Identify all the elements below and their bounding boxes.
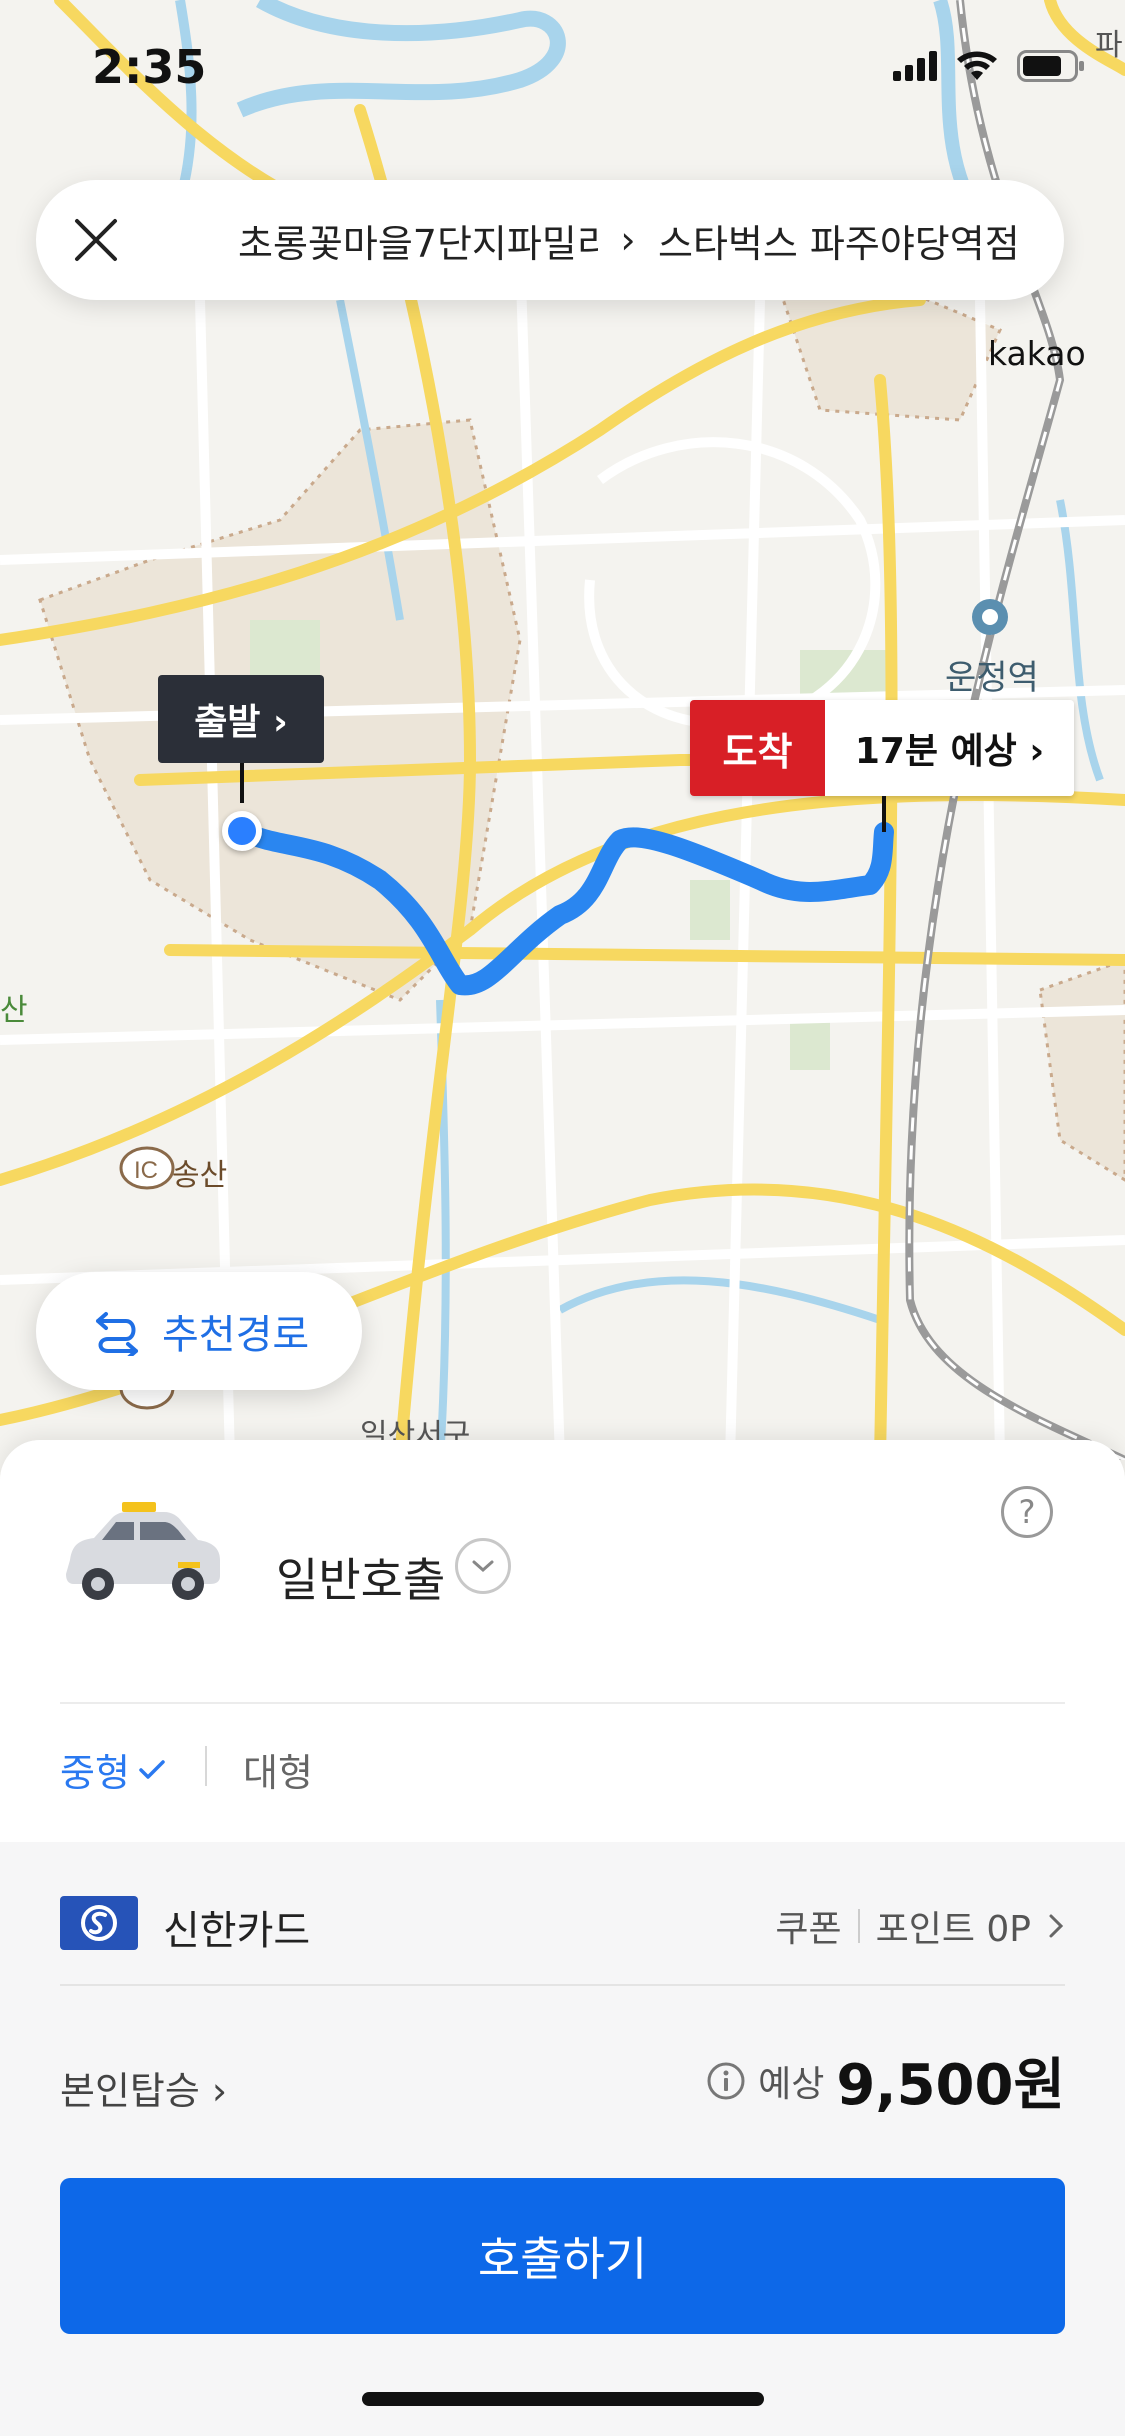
call-type-dropdown[interactable] (455, 1538, 511, 1594)
arrive-eta: 17분 예상 › (825, 700, 1074, 796)
arrive-tag: 도착 (690, 700, 825, 796)
ic-marker: IC (119, 1146, 175, 1190)
coupon-separator (857, 1909, 860, 1943)
start-callout-label: 출발 › (194, 702, 288, 743)
route-swap-icon (96, 1312, 138, 1356)
start-callout-stem (240, 763, 244, 803)
taxi-icon (66, 1502, 220, 1600)
battery-icon (1017, 50, 1084, 82)
call-type-section: ? 일반호출 중형 대형 (0, 1440, 1125, 1842)
arrive-callout-stem (882, 796, 886, 832)
wifi-icon (957, 51, 997, 80)
svg-text:IC: IC (134, 1157, 158, 1184)
status-bar: 2:35 (0, 0, 1125, 140)
bottom-sheet: ? 일반호출 중형 대형 신한카드 쿠폰 포인트 0P 본인탑승 › 예상 9,… (0, 1440, 1125, 2436)
place-label-songsan: 송산 (172, 1158, 228, 1193)
close-icon (75, 219, 117, 261)
start-callout[interactable]: 출발 › (158, 675, 324, 763)
shinhan-card-icon (60, 1896, 138, 1950)
status-icons (893, 50, 1085, 82)
cellular-signal-icon (893, 51, 937, 81)
route-origin[interactable]: 초롱꽃마을7단지파밀리 (238, 213, 598, 268)
status-time: 2:35 (92, 40, 207, 94)
route-destination[interactable]: 스타벅스 파주야당역점 (658, 213, 1064, 268)
route-summary-bar[interactable]: 초롱꽃마을7단지파밀리 › 스타벅스 파주야당역점 (36, 180, 1064, 300)
price-label: 예상 (758, 2063, 825, 2105)
chevron-down-icon (472, 1560, 494, 1573)
payment-row[interactable]: 신한카드 쿠폰 포인트 0P (60, 1888, 1065, 1968)
check-icon (139, 1759, 165, 1779)
arrive-callout[interactable]: 도착 17분 예상 › (690, 700, 1074, 796)
recommended-route-button[interactable]: 추천경로 (36, 1272, 362, 1390)
kakao-logo: kakao (988, 334, 1086, 373)
recommended-route-label: 추천경로 (162, 1312, 310, 1358)
chevron-right-icon: › (620, 218, 636, 262)
call-type-label[interactable]: 일반호출 (276, 1544, 445, 1610)
ride-option-label: 본인탑승 › (60, 2069, 228, 2113)
divider (60, 1702, 1065, 1704)
points-label: 포인트 0P (875, 1909, 1031, 1950)
coupon-label: 쿠폰 (775, 1909, 842, 1950)
close-button[interactable] (36, 180, 156, 300)
chevron-right-icon (1049, 1914, 1064, 1938)
coupon-points[interactable]: 쿠폰 포인트 0P (775, 1900, 1065, 1952)
station-label[interactable]: 운정역 (945, 650, 1039, 699)
home-indicator[interactable] (362, 2392, 764, 2406)
help-button[interactable]: ? (1001, 1486, 1053, 1538)
start-location-dot (222, 811, 262, 851)
ride-option[interactable]: 본인탑승 › (60, 2060, 227, 2115)
divider (60, 1984, 1065, 1986)
price-value: 9,500원 (836, 2053, 1065, 2118)
estimated-price: 예상 9,500원 (706, 2040, 1065, 2121)
size-option-separator (205, 1746, 207, 1786)
info-icon[interactable] (706, 2061, 746, 2101)
size-option-medium-label: 중형 (60, 1751, 130, 1795)
size-option-large[interactable]: 대형 (243, 1742, 313, 1797)
call-button[interactable]: 호출하기 (60, 2178, 1065, 2334)
card-name: 신한카드 (163, 1908, 311, 1954)
size-option-medium[interactable]: 중형 (60, 1742, 166, 1797)
place-label-san: 산 (0, 993, 28, 1028)
